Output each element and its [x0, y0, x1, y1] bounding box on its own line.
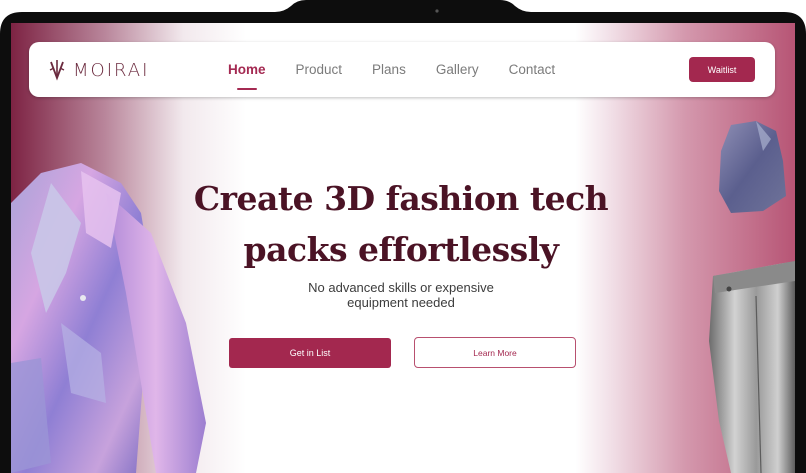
nav-link-contact[interactable]: Contact — [509, 62, 556, 77]
crop-top-and-trousers-image — [709, 121, 795, 473]
nav-link-plans[interactable]: Plans — [372, 62, 406, 77]
nav-link-gallery[interactable]: Gallery — [436, 62, 479, 77]
learn-more-button[interactable]: Learn More — [414, 337, 576, 368]
moirai-logo-icon — [49, 60, 65, 81]
nav-links: Home Product Plans Gallery Contact — [228, 42, 585, 97]
waitlist-button[interactable]: Waitlist — [689, 57, 755, 82]
get-in-list-button[interactable]: Get in List — [229, 338, 391, 368]
holographic-jacket-image — [11, 163, 206, 473]
laptop-mockup: MOIRAI Home Product Plans Gallery Contac… — [0, 0, 806, 473]
hero-heading-line-1: Create 3D fashion tech — [193, 179, 609, 218]
nav-link-product[interactable]: Product — [296, 62, 343, 77]
hero-subtitle-line-2: equipment needed — [347, 295, 455, 310]
nav-link-home[interactable]: Home — [228, 62, 266, 90]
website-screen: MOIRAI Home Product Plans Gallery Contac… — [11, 23, 795, 473]
top-navigation-bar: MOIRAI Home Product Plans Gallery Contac… — [29, 42, 775, 97]
hero-heading-line-2: packs effortlessly — [243, 230, 559, 269]
hero-subtitle: No advanced skills or expensive equipmen… — [286, 280, 516, 310]
brand-logo[interactable]: MOIRAI — [47, 58, 149, 82]
hero-subtitle-line-1: No advanced skills or expensive — [308, 280, 494, 295]
hero-heading: Create 3D fashion tech packs effortlessl… — [191, 173, 611, 275]
brand-name: MOIRAI — [73, 59, 150, 81]
